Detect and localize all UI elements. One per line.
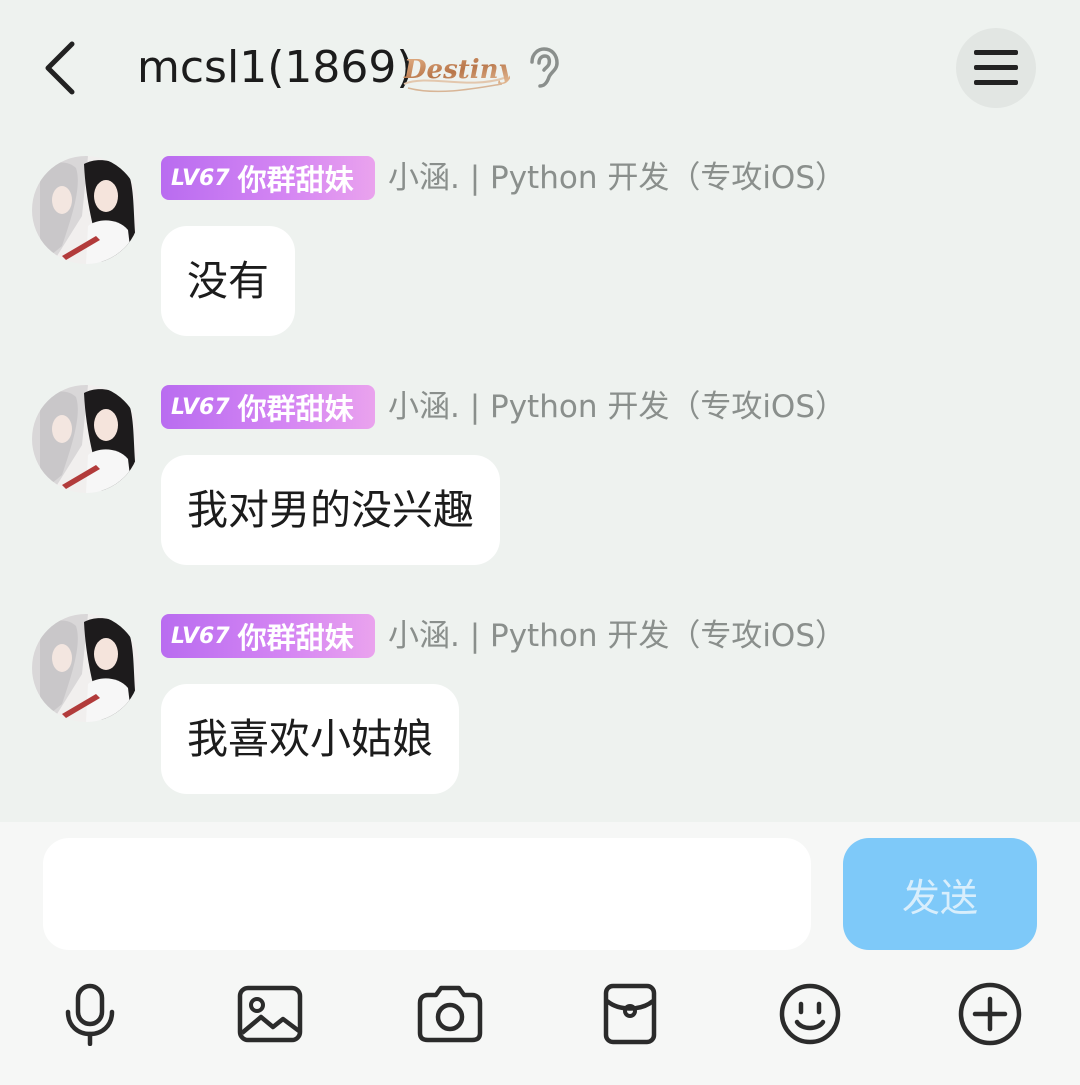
- group-title-label: 你群甜妹: [237, 163, 354, 197]
- message-item: LV67 你群甜妹 小涵. | Python 开发（专攻iOS） 没有: [0, 156, 1080, 346]
- more-button[interactable]: [950, 974, 1030, 1054]
- sender-name[interactable]: 小涵. | Python 开发（专攻iOS）: [388, 156, 846, 200]
- group-title-label: 你群甜妹: [237, 392, 354, 426]
- camera-icon: [417, 985, 483, 1043]
- chat-menu-button[interactable]: [956, 28, 1036, 108]
- sender-name[interactable]: 小涵. | Python 开发（专攻iOS）: [388, 385, 846, 429]
- level-badge[interactable]: LV67 你群甜妹: [161, 156, 375, 200]
- svg-text:Destiny: Destiny: [403, 55, 510, 85]
- message-item: LV67 你群甜妹 小涵. | Python 开发（专攻iOS） 我喜欢小姑娘: [0, 614, 1080, 804]
- group-title-label: 你群甜妹: [237, 621, 354, 655]
- microphone-icon: [65, 983, 115, 1046]
- message-bubble[interactable]: 我喜欢小姑娘: [161, 684, 459, 794]
- red-packet-icon: [603, 983, 657, 1045]
- voice-button[interactable]: [50, 974, 130, 1054]
- avatar[interactable]: [32, 156, 140, 264]
- message-input[interactable]: [43, 838, 811, 950]
- message-item: LV67 你群甜妹 小涵. | Python 开发（专攻iOS） 我对男的没兴趣: [0, 385, 1080, 575]
- level-label: LV67: [171, 394, 230, 420]
- chevron-left-icon: [45, 41, 75, 95]
- image-button[interactable]: [230, 974, 310, 1054]
- message-bubble[interactable]: 没有: [161, 226, 295, 336]
- ear-icon[interactable]: [522, 46, 562, 90]
- chat-title[interactable]: mcsl1(1869): [137, 38, 414, 98]
- avatar[interactable]: [32, 385, 140, 493]
- avatar[interactable]: [32, 614, 140, 722]
- level-label: LV67: [171, 623, 230, 649]
- level-badge[interactable]: LV67 你群甜妹: [161, 614, 375, 658]
- chat-header: mcsl1(1869) Destiny: [0, 0, 1080, 140]
- send-button[interactable]: 发送: [843, 838, 1037, 950]
- hamburger-menu-icon: [974, 50, 1018, 85]
- emoji-button[interactable]: [770, 974, 850, 1054]
- destiny-badge-logo[interactable]: Destiny: [398, 44, 510, 96]
- sender-name[interactable]: 小涵. | Python 开发（专攻iOS）: [388, 614, 846, 658]
- message-bubble[interactable]: 我对男的没兴趣: [161, 455, 500, 565]
- level-label: LV67: [171, 165, 230, 191]
- image-icon: [237, 985, 303, 1043]
- emoji-icon: [779, 983, 841, 1045]
- red-packet-button[interactable]: [590, 974, 670, 1054]
- level-badge[interactable]: LV67 你群甜妹: [161, 385, 375, 429]
- message-input-area: 发送: [0, 822, 1080, 1085]
- plus-icon: [958, 982, 1022, 1046]
- back-button[interactable]: [28, 30, 92, 106]
- camera-button[interactable]: [410, 974, 490, 1054]
